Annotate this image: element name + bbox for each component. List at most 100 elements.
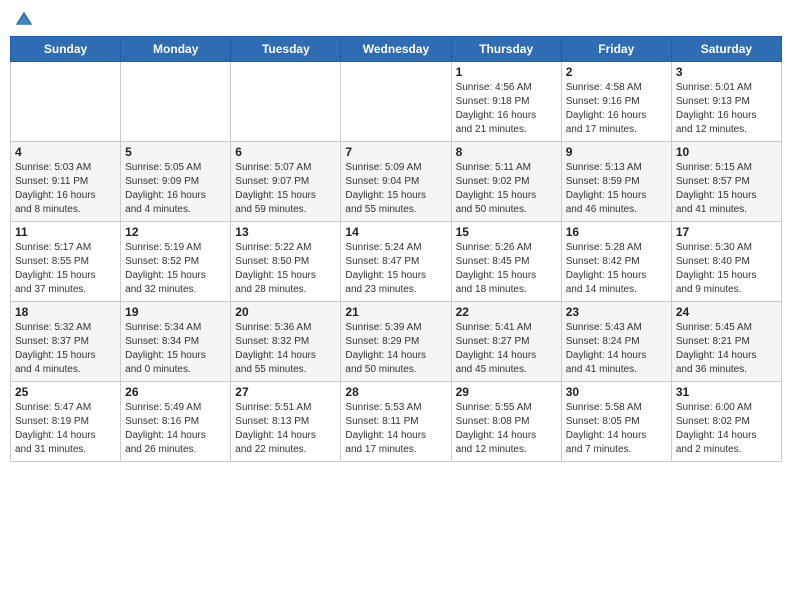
calendar-cell: 29 Sunrise: 5:55 AM Sunset: 8:08 PM Dayli… — [451, 382, 561, 462]
day-info: Sunrise: 5:43 AM Sunset: 8:24 PM Dayligh… — [566, 321, 667, 377]
day-number: 2 — [566, 65, 667, 79]
day-info: Sunrise: 5:19 AM Sunset: 8:52 PM Dayligh… — [125, 241, 226, 297]
calendar-cell: 24Sunrise: 5:45 AM Sunset: 8:21 PM Dayli… — [671, 302, 781, 382]
logo — [14, 10, 38, 28]
day-number: 8 — [456, 145, 557, 159]
day-info: Sunrise: 5:28 AM Sunset: 8:42 PM Dayligh… — [566, 241, 667, 297]
calendar-cell: 25Sunrise: 5:47 AM Sunset: 8:19 PM Dayli… — [11, 382, 121, 462]
calendar-cell: 20 Sunrise: 5:36 AM Sunset: 8:32 PM Dayli… — [231, 302, 341, 382]
day-number: 9 — [566, 145, 667, 159]
day-info: Sunrise: 5:09 AM Sunset: 9:04 PM Dayligh… — [345, 161, 446, 217]
day-number: 11 — [15, 225, 116, 239]
day-info: Sunrise: 5:05 AM Sunset: 9:09 PM Dayligh… — [125, 161, 226, 217]
calendar-cell: 9 Sunrise: 5:13 AM Sunset: 8:59 PM Daylig… — [561, 142, 671, 222]
day-number: 22 — [456, 305, 557, 319]
day-info: Sunrise: 5:39 AM Sunset: 8:29 PM Dayligh… — [345, 321, 446, 377]
day-info: Sunrise: 5:53 AM Sunset: 8:11 PM Dayligh… — [345, 401, 446, 457]
day-info: Sunrise: 5:32 AM Sunset: 8:37 PM Dayligh… — [15, 321, 116, 377]
day-info: Sunrise: 5:26 AM Sunset: 8:45 PM Dayligh… — [456, 241, 557, 297]
day-number: 18 — [15, 305, 116, 319]
calendar-week-3: 11 Sunrise: 5:17 AM Sunset: 8:55 PM Dayli… — [11, 222, 782, 302]
day-info: Sunrise: 5:51 AM Sunset: 8:13 PM Dayligh… — [235, 401, 336, 457]
day-number: 26 — [125, 385, 226, 399]
day-number: 14 — [345, 225, 446, 239]
calendar-cell — [11, 62, 121, 142]
day-number: 27 — [235, 385, 336, 399]
calendar-cell: 28 Sunrise: 5:53 AM Sunset: 8:11 PM Dayli… — [341, 382, 451, 462]
day-info: Sunrise: 4:56 AM Sunset: 9:18 PM Dayligh… — [456, 81, 557, 137]
day-number: 12 — [125, 225, 226, 239]
calendar-cell: 8 Sunrise: 5:11 AM Sunset: 9:02 PM Daylig… — [451, 142, 561, 222]
day-number: 4 — [15, 145, 116, 159]
calendar-cell: 26 Sunrise: 5:49 AM Sunset: 8:16 PM Dayli… — [121, 382, 231, 462]
calendar-cell: 2 Sunrise: 4:58 AM Sunset: 9:16 PM Daylig… — [561, 62, 671, 142]
day-info: Sunrise: 5:01 AM Sunset: 9:13 PM Dayligh… — [676, 81, 777, 137]
day-number: 1 — [456, 65, 557, 79]
day-number: 25 — [15, 385, 116, 399]
weekday-header-sunday: Sunday — [11, 37, 121, 62]
calendar-cell: 27 Sunrise: 5:51 AM Sunset: 8:13 PM Dayli… — [231, 382, 341, 462]
calendar-cell: 14 Sunrise: 5:24 AM Sunset: 8:47 PM Dayli… — [341, 222, 451, 302]
day-number: 19 — [125, 305, 226, 319]
day-number: 28 — [345, 385, 446, 399]
calendar-cell: 10 Sunrise: 5:15 AM Sunset: 8:57 PM Dayli… — [671, 142, 781, 222]
day-info: Sunrise: 4:58 AM Sunset: 9:16 PM Dayligh… — [566, 81, 667, 137]
weekday-header-wednesday: Wednesday — [341, 37, 451, 62]
calendar-cell: 18 Sunrise: 5:32 AM Sunset: 8:37 PM Dayli… — [11, 302, 121, 382]
day-info: Sunrise: 5:03 AM Sunset: 9:11 PM Dayligh… — [15, 161, 116, 217]
day-info: Sunrise: 5:24 AM Sunset: 8:47 PM Dayligh… — [345, 241, 446, 297]
day-number: 23 — [566, 305, 667, 319]
day-number: 15 — [456, 225, 557, 239]
calendar-cell: 1 Sunrise: 4:56 AM Sunset: 9:18 PM Daylig… — [451, 62, 561, 142]
day-number: 24 — [676, 305, 777, 319]
calendar-cell: 23 Sunrise: 5:43 AM Sunset: 8:24 PM Dayli… — [561, 302, 671, 382]
day-info: Sunrise: 5:17 AM Sunset: 8:55 PM Dayligh… — [15, 241, 116, 297]
day-info: Sunrise: 5:36 AM Sunset: 8:32 PM Dayligh… — [235, 321, 336, 377]
calendar-week-2: 4 Sunrise: 5:03 AM Sunset: 9:11 PM Daylig… — [11, 142, 782, 222]
logo-icon — [14, 10, 34, 28]
day-info: Sunrise: 5:34 AM Sunset: 8:34 PM Dayligh… — [125, 321, 226, 377]
day-number: 29 — [456, 385, 557, 399]
day-info: Sunrise: 5:58 AM Sunset: 8:05 PM Dayligh… — [566, 401, 667, 457]
weekday-header-thursday: Thursday — [451, 37, 561, 62]
calendar-cell: 17Sunrise: 5:30 AM Sunset: 8:40 PM Dayli… — [671, 222, 781, 302]
calendar-cell: 4 Sunrise: 5:03 AM Sunset: 9:11 PM Daylig… — [11, 142, 121, 222]
day-number: 20 — [235, 305, 336, 319]
calendar-cell: 6Sunrise: 5:07 AM Sunset: 9:07 PM Daylig… — [231, 142, 341, 222]
calendar-cell: 11 Sunrise: 5:17 AM Sunset: 8:55 PM Dayli… — [11, 222, 121, 302]
calendar-table: SundayMondayTuesdayWednesdayThursdayFrid… — [10, 36, 782, 462]
calendar-week-1: 1 Sunrise: 4:56 AM Sunset: 9:18 PM Daylig… — [11, 62, 782, 142]
calendar-week-5: 25Sunrise: 5:47 AM Sunset: 8:19 PM Dayli… — [11, 382, 782, 462]
calendar-week-4: 18 Sunrise: 5:32 AM Sunset: 8:37 PM Dayli… — [11, 302, 782, 382]
day-number: 13 — [235, 225, 336, 239]
day-number: 7 — [345, 145, 446, 159]
calendar-cell: 16 Sunrise: 5:28 AM Sunset: 8:42 PM Dayli… — [561, 222, 671, 302]
day-info: Sunrise: 5:41 AM Sunset: 8:27 PM Dayligh… — [456, 321, 557, 377]
weekday-header-friday: Friday — [561, 37, 671, 62]
day-number: 3 — [676, 65, 777, 79]
weekday-header-row: SundayMondayTuesdayWednesdayThursdayFrid… — [11, 37, 782, 62]
day-number: 31 — [676, 385, 777, 399]
day-info: Sunrise: 5:22 AM Sunset: 8:50 PM Dayligh… — [235, 241, 336, 297]
day-info: Sunrise: 5:49 AM Sunset: 8:16 PM Dayligh… — [125, 401, 226, 457]
day-info: Sunrise: 5:55 AM Sunset: 8:08 PM Dayligh… — [456, 401, 557, 457]
day-number: 6 — [235, 145, 336, 159]
weekday-header-monday: Monday — [121, 37, 231, 62]
calendar-cell: 30 Sunrise: 5:58 AM Sunset: 8:05 PM Dayli… — [561, 382, 671, 462]
calendar-cell: 21Sunrise: 5:39 AM Sunset: 8:29 PM Dayli… — [341, 302, 451, 382]
day-number: 30 — [566, 385, 667, 399]
day-info: Sunrise: 6:00 AM Sunset: 8:02 PM Dayligh… — [676, 401, 777, 457]
calendar-cell: 19 Sunrise: 5:34 AM Sunset: 8:34 PM Dayli… — [121, 302, 231, 382]
calendar-cell: 5 Sunrise: 5:05 AM Sunset: 9:09 PM Daylig… — [121, 142, 231, 222]
calendar-cell: 15 Sunrise: 5:26 AM Sunset: 8:45 PM Dayli… — [451, 222, 561, 302]
day-number: 5 — [125, 145, 226, 159]
day-number: 16 — [566, 225, 667, 239]
calendar-cell: 13 Sunrise: 5:22 AM Sunset: 8:50 PM Dayli… — [231, 222, 341, 302]
day-number: 10 — [676, 145, 777, 159]
day-number: 17 — [676, 225, 777, 239]
calendar-cell — [231, 62, 341, 142]
calendar-cell: 3 Sunrise: 5:01 AM Sunset: 9:13 PM Daylig… — [671, 62, 781, 142]
day-info: Sunrise: 5:15 AM Sunset: 8:57 PM Dayligh… — [676, 161, 777, 217]
day-info: Sunrise: 5:11 AM Sunset: 9:02 PM Dayligh… — [456, 161, 557, 217]
day-info: Sunrise: 5:13 AM Sunset: 8:59 PM Dayligh… — [566, 161, 667, 217]
